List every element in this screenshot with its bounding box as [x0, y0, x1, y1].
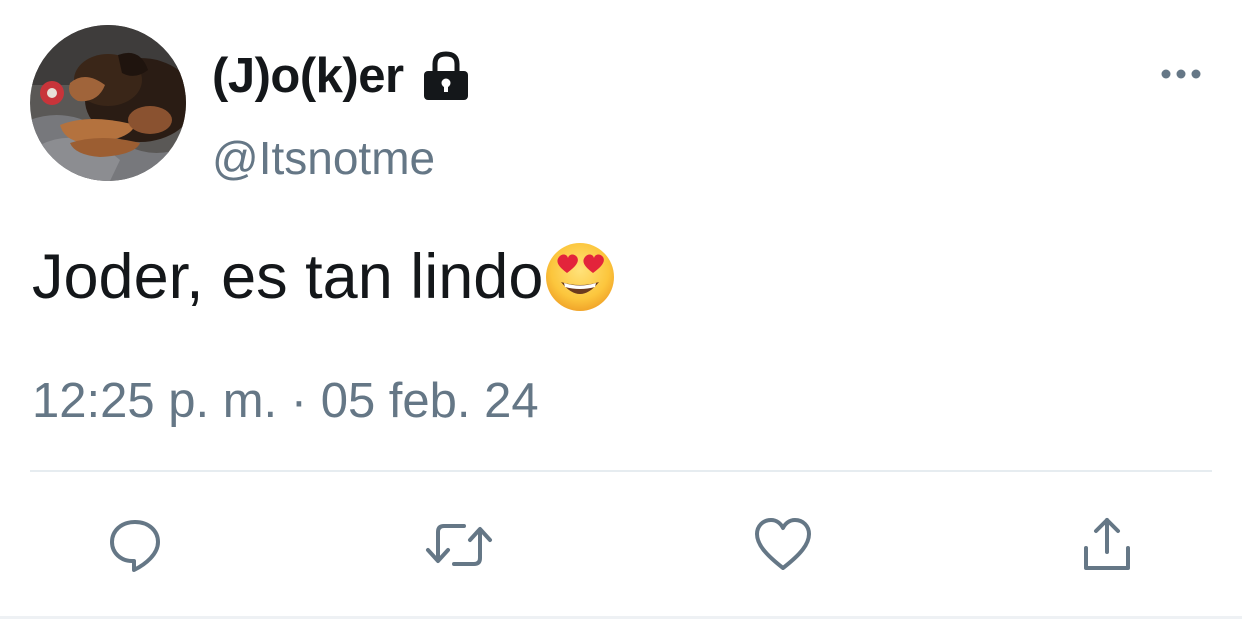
user-handle[interactable]: @Itsnotme — [212, 131, 435, 185]
dog-avatar-image — [30, 25, 186, 181]
display-name[interactable]: (J)o(k)er — [212, 48, 404, 104]
tweet-text-content: Joder, es tan lindo — [32, 242, 544, 312]
display-name-row: (J)o(k)er — [212, 44, 474, 108]
tweet-text: Joder, es tan lindo — [32, 240, 617, 314]
divider — [30, 470, 1212, 472]
reply-icon — [110, 520, 160, 572]
share-button[interactable] — [1072, 510, 1142, 580]
tweet-card: (J)o(k)er @Itsnotme Joder, es tan lindo — [0, 0, 1242, 636]
like-button[interactable] — [748, 510, 818, 580]
avatar[interactable] — [30, 25, 186, 181]
share-icon — [1084, 518, 1130, 570]
lock-icon — [418, 48, 474, 104]
more-options-icon[interactable] — [1154, 58, 1210, 90]
heart-icon — [755, 518, 811, 570]
heart-eyes-emoji-icon — [543, 240, 617, 314]
bottom-divider — [0, 616, 1242, 619]
action-bar — [0, 510, 1242, 580]
tweet-timestamp[interactable]: 12:25 p. m. · 05 feb. 24 — [32, 373, 539, 429]
retweet-button[interactable] — [424, 510, 494, 580]
reply-button[interactable] — [100, 510, 170, 580]
retweet-icon — [426, 524, 492, 566]
